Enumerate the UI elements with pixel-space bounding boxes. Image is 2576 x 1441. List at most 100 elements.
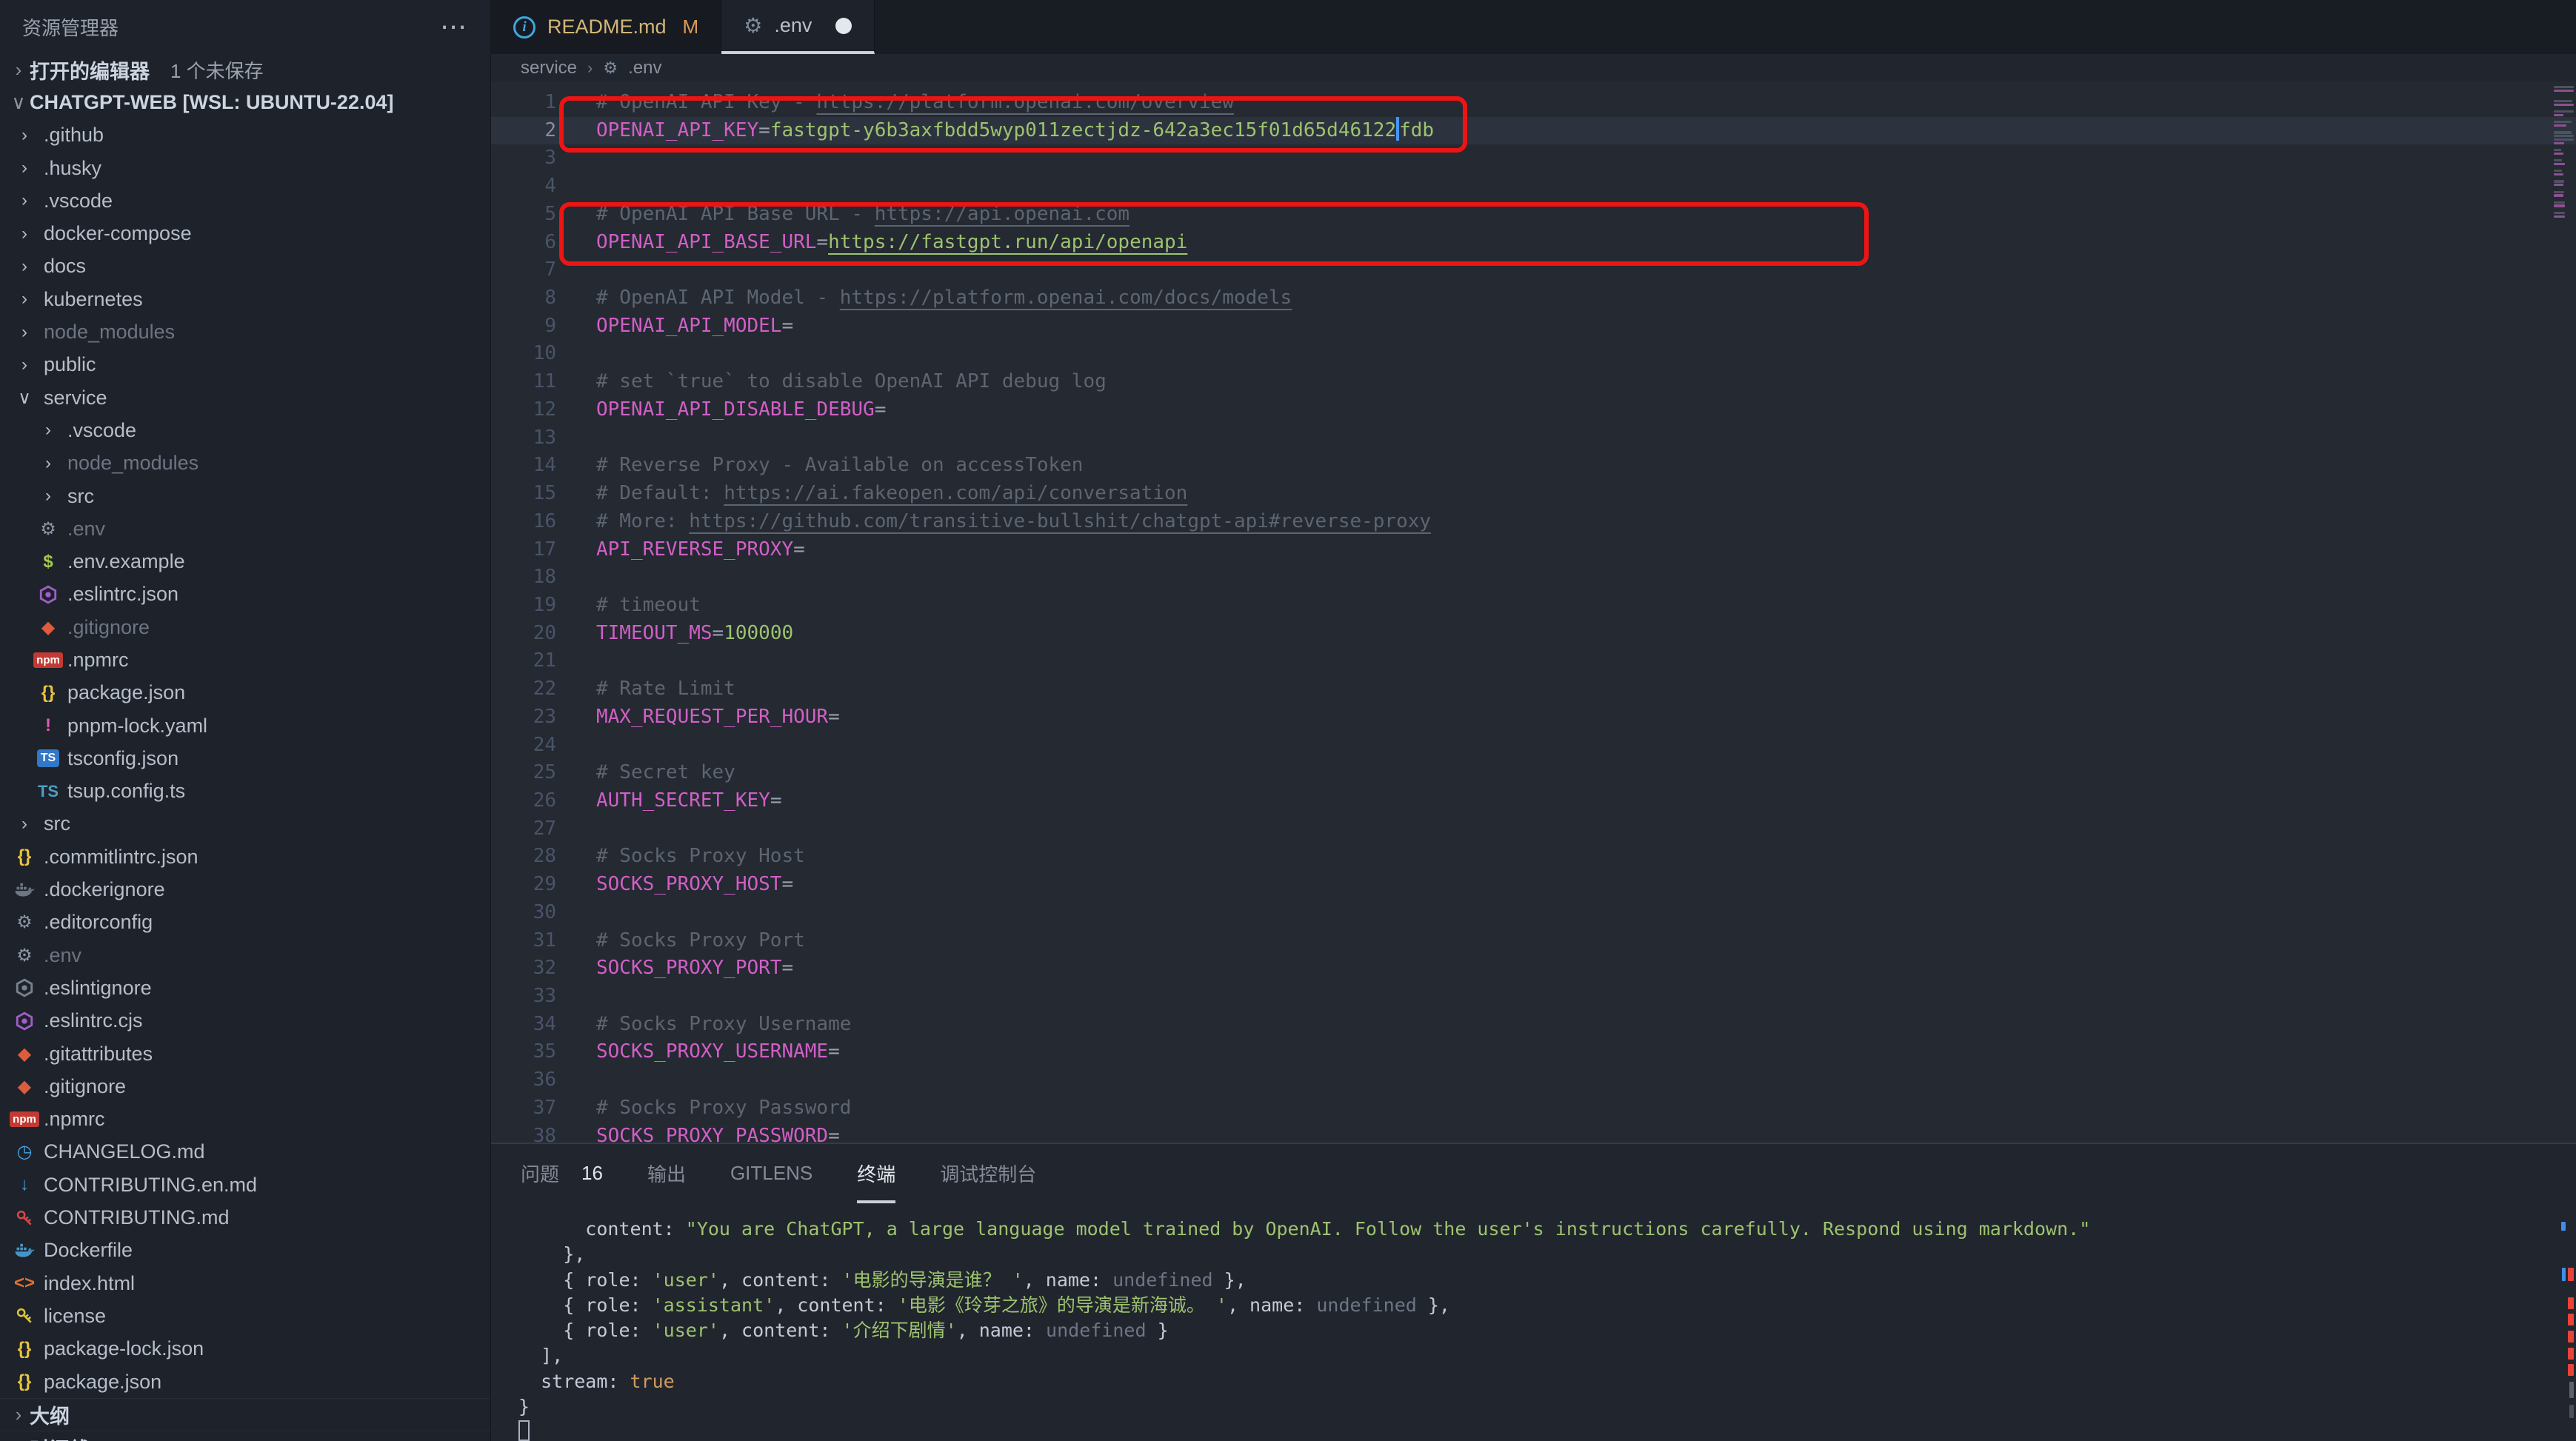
tree-file-tsup.config.ts[interactable]: TStsup.config.ts [0,775,490,808]
tree-file-.eslintignore[interactable]: .eslintignore [0,972,490,1004]
tree-file-.eslintrc.json[interactable]: .eslintrc.json [0,578,490,611]
tree-folder-.husky[interactable]: ›.husky [0,152,490,184]
timeline-section[interactable]: › 时间线 [0,1431,490,1441]
tree-folder-.vscode[interactable]: ›.vscode [0,184,490,217]
tree-file-.npmrc[interactable]: npm.npmrc [0,643,490,676]
panel-tab-调试控制台[interactable]: 调试控制台 [940,1144,1036,1203]
editor-line-35[interactable]: 35SOCKS_PROXY_USERNAME= [491,1038,2576,1066]
tree-file-package-lock.json[interactable]: {}package-lock.json [0,1333,490,1365]
line-number: 15 [491,480,556,508]
panel-tab-终端[interactable]: 终端 [857,1144,895,1203]
editor-line-25[interactable]: 25# Secret key [491,759,2576,787]
editor-line-22[interactable]: 22# Rate Limit [491,675,2576,703]
editor-line-29[interactable]: 29SOCKS_PROXY_HOST= [491,871,2576,899]
editor-line-21[interactable]: 21 [491,647,2576,675]
line-number: 32 [491,954,556,983]
editor-line-1[interactable]: 1# OpenAI API Key - https://platform.ope… [491,89,2576,117]
tree-folder-service[interactable]: ∨service [0,381,490,414]
editor-line-28[interactable]: 28# Socks Proxy Host [491,843,2576,871]
editor-line-20[interactable]: 20TIMEOUT_MS=100000 [491,620,2576,648]
tree-file-CONTRIBUTING.md[interactable]: CONTRIBUTING.md [0,1201,490,1234]
editor-line-15[interactable]: 15# Default: https://ai.fakeopen.com/api… [491,480,2576,508]
tree-file-package.json[interactable]: {}package.json [0,1365,490,1398]
tree-file-package.json[interactable]: {}package.json [0,677,490,709]
editor-line-8[interactable]: 8# OpenAI API Model - https://platform.o… [491,284,2576,312]
tree-file-index.html[interactable]: <>index.html [0,1267,490,1300]
tree-folder-.vscode[interactable]: ›.vscode [0,414,490,447]
tree-file-.gitignore[interactable]: ◆.gitignore [0,1070,490,1103]
panel-tab-输出[interactable]: 输出 [647,1144,686,1203]
terminal[interactable]: content: "You are ChatGPT, a large langu… [491,1203,2576,1441]
editor-line-2[interactable]: 2OPENAI_API_KEY=fastgpt-y6b3axfbdd5wyp01… [491,117,2576,145]
tree-file-license[interactable]: license [0,1300,490,1332]
tree-file-Dockerfile[interactable]: Dockerfile [0,1234,490,1267]
editor-line-11[interactable]: 11# set `true` to disable OpenAI API deb… [491,368,2576,396]
editor-line-32[interactable]: 32SOCKS_PROXY_PORT= [491,954,2576,983]
editor-line-17[interactable]: 17API_REVERSE_PROXY= [491,536,2576,564]
tree-file-.npmrc[interactable]: npm.npmrc [0,1103,490,1136]
tree-file-.gitignore[interactable]: ◆.gitignore [0,611,490,643]
tree-file-tsconfig.json[interactable]: TStsconfig.json [0,742,490,775]
tree-file-.gitattributes[interactable]: ◆.gitattributes [0,1037,490,1070]
code-editor[interactable]: 1# OpenAI API Key - https://platform.ope… [491,81,2576,1143]
tree-folder-src[interactable]: ›src [0,480,490,512]
editor-line-27[interactable]: 27 [491,815,2576,843]
dirty-dot-icon[interactable] [835,18,852,34]
tree-folder-node_modules[interactable]: ›node_modules [0,315,490,348]
editor-line-10[interactable]: 10 [491,340,2576,368]
line-content: # OpenAI API Base URL - https://api.open… [596,201,1129,229]
tree-folder-public[interactable]: ›public [0,349,490,381]
panel-tab-问题[interactable]: 问题16 [521,1144,603,1203]
editor-line-36[interactable]: 36 [491,1066,2576,1094]
breadcrumb-service[interactable]: service [521,58,577,78]
tree-file-.env[interactable]: ⚙.env [0,939,490,972]
editor-line-31[interactable]: 31# Socks Proxy Port [491,927,2576,955]
editor-line-4[interactable]: 4 [491,173,2576,201]
tree-file-.env.example[interactable]: $.env.example [0,545,490,578]
editor-line-12[interactable]: 12OPENAI_API_DISABLE_DEBUG= [491,396,2576,424]
tree-folder-kubernetes[interactable]: ›kubernetes [0,283,490,315]
open-editors-section[interactable]: › 打开的编辑器 1 个未保存 [0,53,490,86]
chevron-down: ∨ [13,387,36,409]
panel-tab-GITLENS[interactable]: GITLENS [730,1144,812,1203]
more-actions-icon[interactable]: ⋯ [440,11,468,42]
breadcrumb-env[interactable]: .env [628,58,661,78]
editor-line-3[interactable]: 3 [491,144,2576,173]
tree-folder-.github[interactable]: ›.github [0,119,490,152]
tree-file-.dockerignore[interactable]: .dockerignore [0,873,490,906]
tab-readme[interactable]: i README.md M [491,0,721,54]
tree-file-.eslintrc.cjs[interactable]: .eslintrc.cjs [0,1005,490,1037]
tree-file-.commitlintrc.json[interactable]: {}.commitlintrc.json [0,840,490,873]
editor-line-26[interactable]: 26AUTH_SECRET_KEY= [491,787,2576,815]
terminal-token: , name: [1024,1269,1112,1291]
editor-line-5[interactable]: 5# OpenAI API Base URL - https://api.ope… [491,201,2576,229]
editor-line-16[interactable]: 16# More: https://github.com/transitive-… [491,508,2576,536]
tree-file-pnpm-lock.yaml[interactable]: !pnpm-lock.yaml [0,709,490,742]
tree-folder-docker-compose[interactable]: ›docker-compose [0,217,490,250]
tree-file-.env[interactable]: ⚙.env [0,512,490,545]
tree-file-CONTRIBUTING.en.md[interactable]: ↓CONTRIBUTING.en.md [0,1168,490,1201]
editor-line-18[interactable]: 18 [491,564,2576,592]
editor-line-34[interactable]: 34# Socks Proxy Username [491,1011,2576,1039]
editor-line-30[interactable]: 30 [491,899,2576,927]
tree-file-CHANGELOG.md[interactable]: ◷CHANGELOG.md [0,1136,490,1168]
editor-line-19[interactable]: 19# timeout [491,592,2576,620]
editor-line-23[interactable]: 23MAX_REQUEST_PER_HOUR= [491,703,2576,732]
tree-folder-node_modules[interactable]: ›node_modules [0,447,490,480]
outline-section[interactable]: › 大纲 [0,1398,490,1431]
tab-env[interactable]: ⚙ .env [721,0,875,54]
editor-line-7[interactable]: 7 [491,256,2576,284]
tree-file-.editorconfig[interactable]: ⚙.editorconfig [0,906,490,939]
editor-line-37[interactable]: 37# Socks Proxy Password [491,1094,2576,1123]
editor-line-24[interactable]: 24 [491,732,2576,760]
editor-line-33[interactable]: 33 [491,983,2576,1011]
tree-folder-src[interactable]: ›src [0,808,490,840]
workspace-section[interactable]: ∨ CHATGPT-WEB [WSL: UBUNTU-22.04] [0,86,490,118]
editor-line-14[interactable]: 14# Reverse Proxy - Available on accessT… [491,452,2576,480]
editor-line-38[interactable]: 38SOCKS_PROXY_PASSWORD= [491,1123,2576,1143]
editor-line-9[interactable]: 9OPENAI_API_MODEL= [491,312,2576,341]
editor-line-6[interactable]: 6OPENAI_API_BASE_URL=https://fastgpt.run… [491,229,2576,257]
minimap[interactable] [2552,81,2576,1143]
editor-line-13[interactable]: 13 [491,424,2576,452]
tree-folder-docs[interactable]: ›docs [0,250,490,283]
